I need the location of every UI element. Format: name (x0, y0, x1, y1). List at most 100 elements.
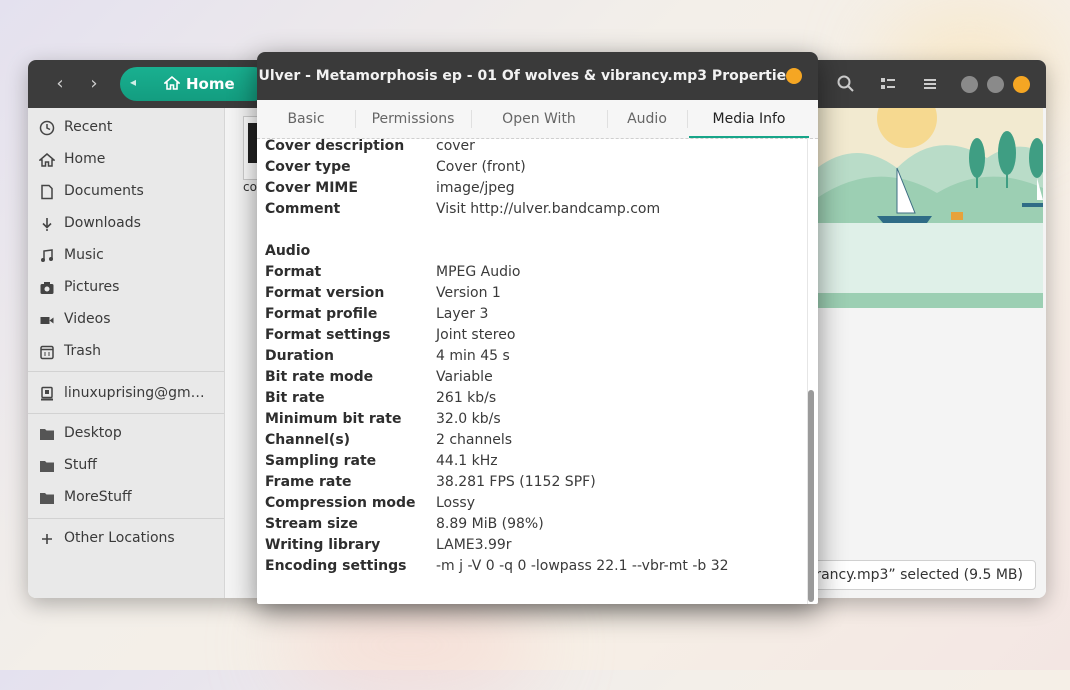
folder-icon (40, 461, 54, 472)
dialog-close-button[interactable] (786, 68, 802, 84)
menu-icon[interactable] (920, 74, 940, 94)
sidebar-item-documents[interactable]: Documents (28, 177, 224, 207)
sidebar-item-trash[interactable]: Trash (28, 337, 224, 367)
account-icon (41, 386, 53, 401)
video-icon (40, 317, 54, 324)
folder-icon (40, 429, 54, 440)
tab-permissions[interactable]: Permissions (355, 100, 471, 138)
home-icon (39, 153, 55, 167)
sidebar-item-label: Other Locations (64, 530, 175, 546)
info-key: Format (265, 264, 322, 280)
sidebar-item-label: Desktop (64, 425, 122, 441)
tab-audio[interactable]: Audio (607, 100, 687, 138)
status-text: vibrancy.mp3” selected (9.5 MB) (794, 567, 1023, 583)
sidebar-item-label: Pictures (64, 279, 120, 295)
tab-divider (687, 110, 688, 128)
info-key: Frame rate (265, 474, 352, 490)
info-key: Compression mode (265, 495, 416, 511)
tab-media-info[interactable]: Media Info (689, 100, 809, 138)
sidebar-item-pictures[interactable]: Pictures (28, 273, 224, 303)
info-key: Cover type (265, 159, 351, 175)
info-value: 38.281 FPS (1152 SPF) (436, 474, 596, 490)
info-value: 4 min 45 s (436, 348, 510, 364)
info-value: MPEG Audio (436, 264, 521, 280)
info-value: cover (436, 138, 475, 154)
back-arrow-icon[interactable]: ‹ (50, 74, 70, 94)
info-value: Joint stereo (436, 327, 516, 343)
info-key: Format version (265, 285, 385, 301)
info-value: LAME3.99r (436, 537, 512, 553)
info-value: 44.1 kHz (436, 453, 498, 469)
info-value: 8.89 MiB (98%) (436, 516, 544, 532)
file-name-label: co (243, 180, 257, 194)
wallpaper-illustration (817, 108, 1043, 308)
info-key: Minimum bit rate (265, 411, 402, 427)
sidebar-item-videos[interactable]: Videos (28, 305, 224, 335)
sidebar-item-label: Downloads (64, 215, 141, 231)
sidebar-item-morestuff[interactable]: MoreStuff (28, 483, 224, 513)
status-bar: vibrancy.mp3” selected (9.5 MB) (788, 560, 1036, 590)
info-key: Format settings (265, 327, 391, 343)
info-value: Visit http://ulver.bandcamp.com (436, 201, 661, 217)
sidebar-item-label: Recent (64, 119, 113, 135)
download-icon (42, 218, 52, 231)
close-button[interactable] (1013, 76, 1030, 93)
sidebar-divider (28, 413, 224, 414)
path-left-arrow-icon[interactable]: ◂ (130, 75, 136, 89)
properties-dialog: Ulver - Metamorphosis ep - 01 Of wolves … (257, 52, 818, 604)
sidebar-divider (28, 371, 224, 372)
sidebar-item-label: Stuff (64, 457, 97, 473)
sidebar-item-desktop[interactable]: Desktop (28, 419, 224, 449)
info-key: Comment (265, 201, 341, 217)
clock-icon (39, 120, 55, 136)
info-value: Version 1 (436, 285, 501, 301)
tab-basic[interactable]: Basic (257, 100, 355, 138)
music-icon (41, 249, 53, 262)
media-info-panel[interactable]: Cover description cover Cover type Cover (… (257, 138, 818, 604)
sidebar-item-music[interactable]: Music (28, 241, 224, 271)
forward-arrow-icon[interactable]: › (84, 74, 104, 94)
sidebar-item-downloads[interactable]: Downloads (28, 209, 224, 239)
path-home-label: Home (186, 75, 235, 93)
minimize-button[interactable] (961, 76, 978, 93)
info-value: 32.0 kb/s (436, 411, 501, 427)
view-options-icon[interactable] (878, 74, 898, 94)
search-icon[interactable] (836, 74, 856, 94)
info-key: Sampling rate (265, 453, 377, 469)
sidebar-item-label: Videos (64, 311, 111, 327)
plus-icon (42, 534, 52, 544)
scrollbar-thumb[interactable] (808, 390, 814, 602)
home-icon (164, 75, 180, 90)
sidebar-item-label: MoreStuff (64, 489, 132, 505)
sidebar-item-other-locations[interactable]: Other Locations (28, 524, 224, 554)
sidebar-item-home[interactable]: Home (28, 145, 224, 175)
dialog-title: Ulver - Metamorphosis ep - 01 Of wolves … (257, 52, 818, 100)
info-value: 261 kb/s (436, 390, 497, 406)
document-icon (41, 184, 53, 200)
info-key: Bit rate (265, 390, 325, 406)
sidebar-item-label: Trash (64, 343, 101, 359)
info-key: Stream size (265, 516, 358, 532)
sidebar-item-recent[interactable]: Recent (28, 113, 224, 143)
info-key: Duration (265, 348, 335, 364)
sidebar-item-label: Documents (64, 183, 144, 199)
folder-icon (40, 493, 54, 504)
sidebar: Recent Home Documents Downloads Music Pi… (28, 108, 225, 598)
camera-icon (40, 282, 54, 294)
info-key: Cover MIME (265, 180, 358, 196)
sidebar-item-account[interactable]: linuxuprising@gm… (28, 379, 224, 409)
info-value: 2 channels (436, 432, 513, 448)
info-key: Writing library (265, 537, 381, 553)
info-value: Layer 3 (436, 306, 489, 322)
sidebar-item-stuff[interactable]: Stuff (28, 451, 224, 481)
tab-open-with[interactable]: Open With (471, 100, 607, 138)
tab-bar: Basic Permissions Open With Audio Media … (257, 100, 818, 139)
sidebar-divider (28, 518, 224, 519)
path-bar-home[interactable]: ◂ Home (120, 67, 270, 101)
info-key: Channel(s) (265, 432, 351, 448)
info-key: Audio (265, 243, 311, 259)
info-key: Encoding settings (265, 558, 407, 574)
sidebar-item-label: linuxuprising@gm… (64, 385, 205, 401)
trash-icon (40, 345, 54, 360)
maximize-button[interactable] (987, 76, 1004, 93)
